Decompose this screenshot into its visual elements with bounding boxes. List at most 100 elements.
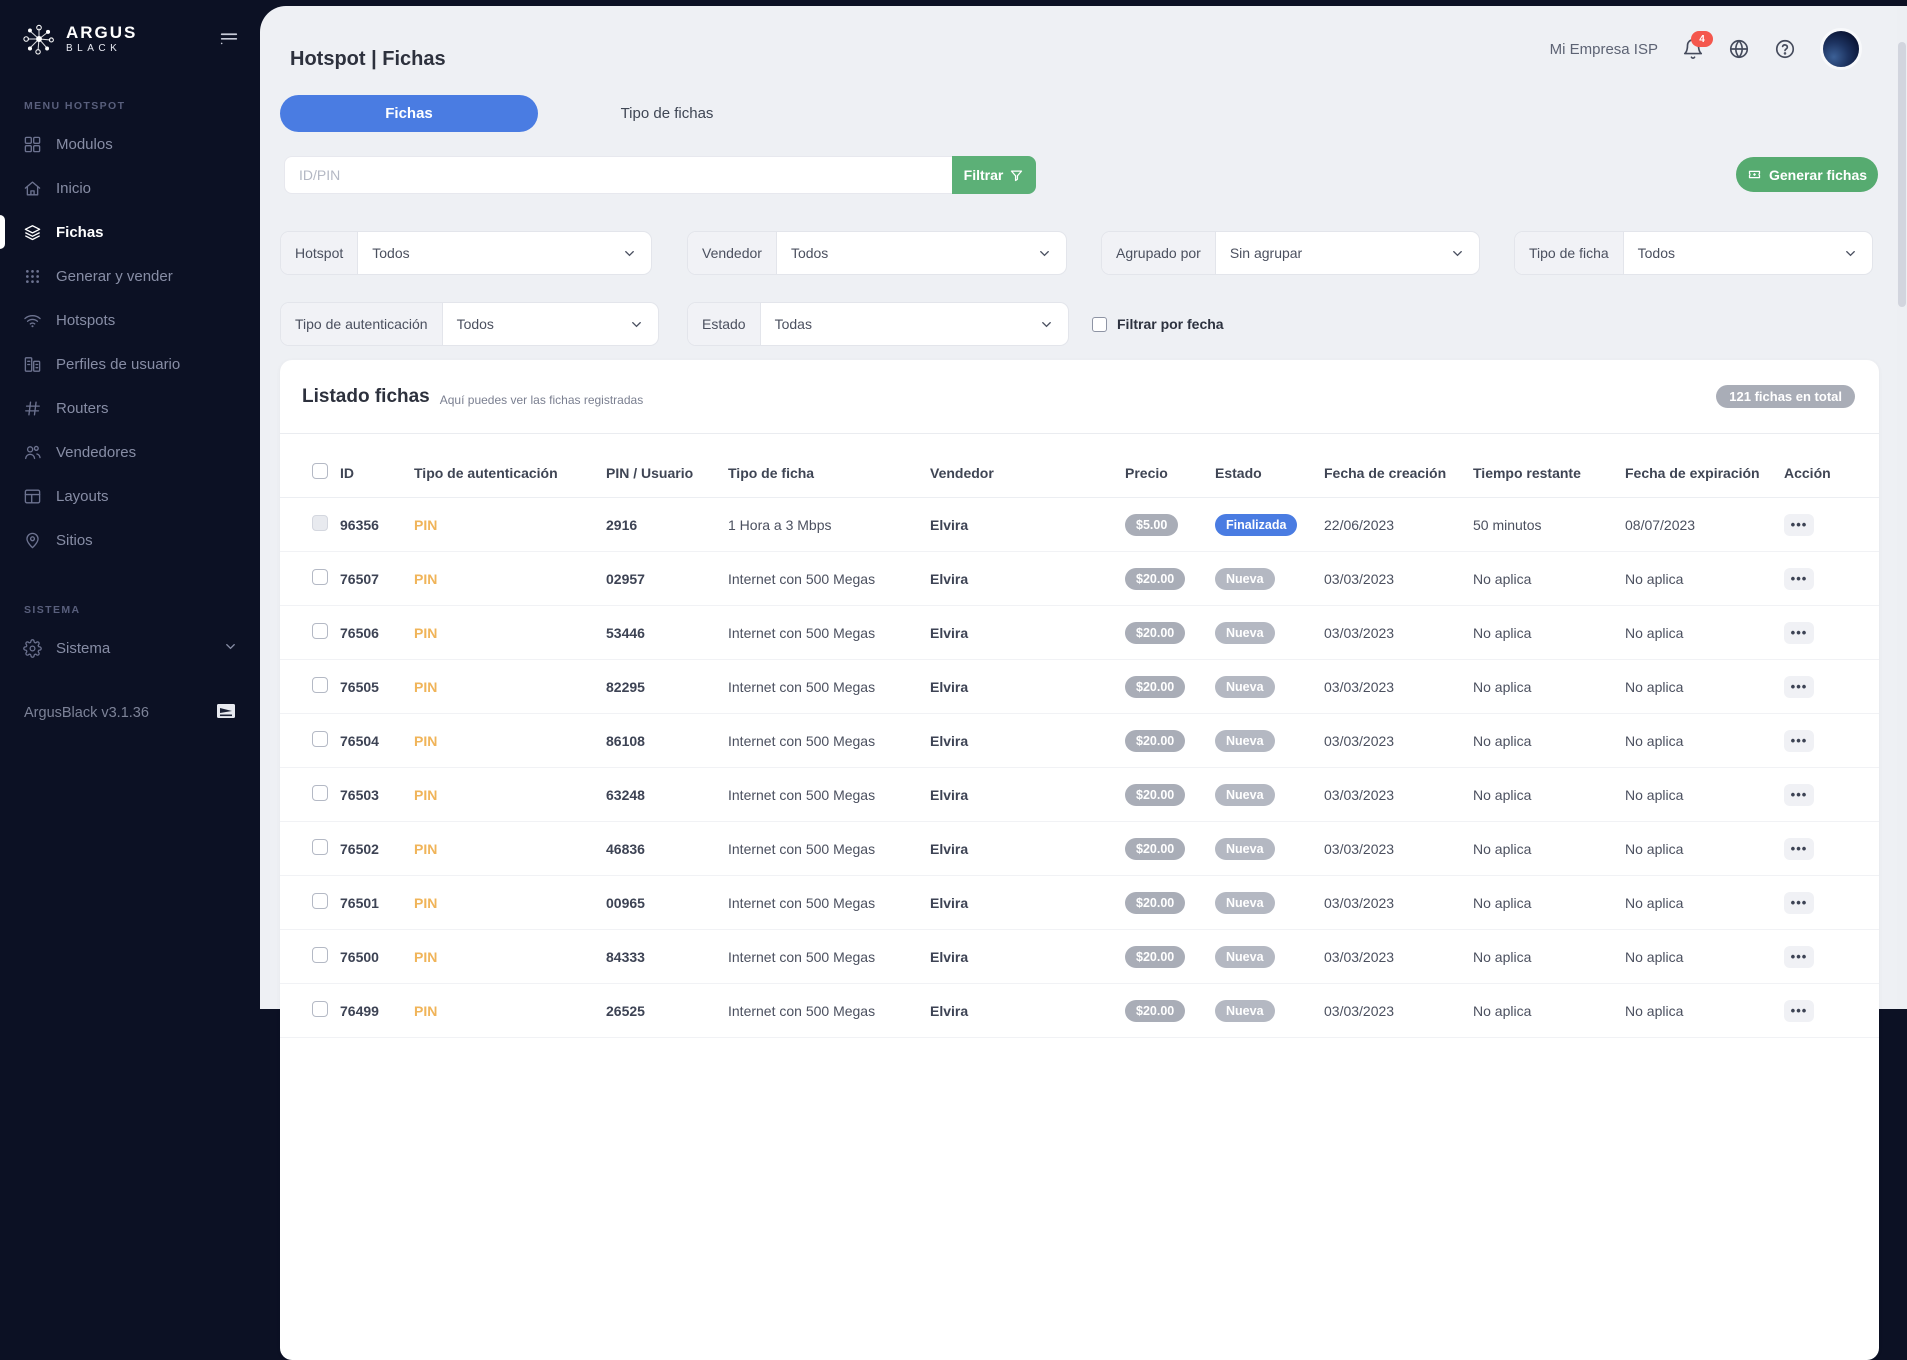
filter-vendedor[interactable]: VendedorTodos bbox=[687, 231, 1067, 275]
sidebar-item-generar-y-vender[interactable]: Generar y vender bbox=[0, 254, 260, 298]
sidebar-item-vendedores[interactable]: Vendedores bbox=[0, 430, 260, 474]
auth-type: PIN bbox=[414, 679, 606, 695]
row-actions-button[interactable]: ••• bbox=[1784, 622, 1814, 644]
tab-fichas[interactable]: Fichas bbox=[280, 95, 538, 132]
vendedor: Elvira bbox=[930, 841, 1125, 857]
tipo-de-ficha: Internet con 500 Megas bbox=[728, 1003, 930, 1019]
tiempo-restante: No aplica bbox=[1473, 733, 1625, 749]
column-header-estado: Estado bbox=[1215, 465, 1324, 481]
row-checkbox[interactable] bbox=[312, 1001, 328, 1017]
help-icon[interactable] bbox=[1774, 38, 1796, 60]
status-badge: Nueva bbox=[1215, 784, 1275, 806]
modules-icon bbox=[22, 134, 42, 154]
vendedor: Elvira bbox=[930, 895, 1125, 911]
fecha-expiracion: No aplica bbox=[1625, 733, 1784, 749]
sidebar-item-layouts[interactable]: Layouts bbox=[0, 474, 260, 518]
date-filter[interactable]: Filtrar por fecha bbox=[1092, 302, 1224, 346]
menu-toggle-icon[interactable] bbox=[218, 26, 240, 53]
sidebar-item-label: Vendedores bbox=[56, 444, 136, 461]
row-checkbox[interactable] bbox=[312, 893, 328, 909]
sidebar-item-label: Modulos bbox=[56, 136, 113, 153]
select-all-checkbox[interactable] bbox=[312, 463, 328, 479]
row-actions-button[interactable]: ••• bbox=[1784, 892, 1814, 914]
date-filter-checkbox[interactable] bbox=[1092, 317, 1107, 332]
scrollbar-thumb[interactable] bbox=[1898, 42, 1906, 307]
sidebar-item-perfiles-de-usuario[interactable]: Perfiles de usuario bbox=[0, 342, 260, 386]
row-checkbox[interactable] bbox=[312, 677, 328, 693]
sidebar-item-inicio[interactable]: Inicio bbox=[0, 166, 260, 210]
sidebar-item-routers[interactable]: Routers bbox=[0, 386, 260, 430]
system-section-label: SISTEMA bbox=[0, 604, 260, 616]
language-keyboard-icon[interactable] bbox=[216, 703, 236, 723]
vertical-scrollbar[interactable] bbox=[1897, 6, 1907, 1009]
auth-type: PIN bbox=[414, 841, 606, 857]
wifi-icon bbox=[22, 310, 42, 330]
table-row: 76501PIN00965Internet con 500 MegasElvir… bbox=[280, 876, 1879, 930]
column-header-pin-usuario: PIN / Usuario bbox=[606, 465, 728, 481]
argusblack-logo[interactable]: ARGUS BLACK bbox=[20, 20, 137, 58]
globe-icon[interactable] bbox=[1728, 38, 1750, 60]
row-actions-button[interactable]: ••• bbox=[1784, 1000, 1814, 1022]
filter-estado[interactable]: EstadoTodas bbox=[687, 302, 1069, 346]
sidebar-item-modulos[interactable]: Modulos bbox=[0, 122, 260, 166]
table-row: 76502PIN46836Internet con 500 MegasElvir… bbox=[280, 822, 1879, 876]
row-actions-button[interactable]: ••• bbox=[1784, 946, 1814, 968]
status-badge: Nueva bbox=[1215, 568, 1275, 590]
tab-tipo-de-fichas[interactable]: Tipo de fichas bbox=[538, 95, 796, 132]
filter-selected-value: Todos bbox=[443, 303, 629, 345]
sidebar-item-label: Routers bbox=[56, 400, 109, 417]
sidebar-item-sitios[interactable]: Sitios bbox=[0, 518, 260, 562]
filter-hotspot[interactable]: HotspotTodos bbox=[280, 231, 652, 275]
row-checkbox[interactable] bbox=[312, 515, 328, 531]
gear-icon bbox=[22, 638, 42, 658]
user-avatar[interactable] bbox=[1820, 28, 1862, 70]
row-actions-button[interactable]: ••• bbox=[1784, 676, 1814, 698]
pin-usuario: 26525 bbox=[606, 1003, 728, 1019]
fecha-expiracion: No aplica bbox=[1625, 949, 1784, 965]
filter-selected-value: Todas bbox=[761, 303, 1039, 345]
fecha-creacion: 03/03/2023 bbox=[1324, 895, 1473, 911]
row-checkbox[interactable] bbox=[312, 785, 328, 801]
status-badge: Nueva bbox=[1215, 946, 1275, 968]
sidebar-item-hotspots[interactable]: Hotspots bbox=[0, 298, 260, 342]
row-checkbox[interactable] bbox=[312, 839, 328, 855]
ficha-id: 76500 bbox=[340, 949, 414, 965]
row-checkbox[interactable] bbox=[312, 569, 328, 585]
filter-tipo-de-ficha[interactable]: Tipo de fichaTodos bbox=[1514, 231, 1873, 275]
hash-icon bbox=[22, 398, 42, 418]
filter-button-label: Filtrar bbox=[964, 167, 1004, 183]
row-actions-button[interactable]: ••• bbox=[1784, 838, 1814, 860]
search-input[interactable] bbox=[284, 156, 952, 194]
price-badge: $20.00 bbox=[1125, 946, 1185, 968]
row-actions-button[interactable]: ••• bbox=[1784, 568, 1814, 590]
chevron-down-icon bbox=[1039, 303, 1054, 345]
fecha-creacion: 03/03/2023 bbox=[1324, 1003, 1473, 1019]
filter-agrupado-por[interactable]: Agrupado porSin agrupar bbox=[1101, 231, 1480, 275]
auth-type: PIN bbox=[414, 787, 606, 803]
chevron-down-icon bbox=[1843, 232, 1858, 274]
filter-button[interactable]: Filtrar bbox=[952, 156, 1036, 194]
pin-usuario: 53446 bbox=[606, 625, 728, 641]
row-actions-button[interactable]: ••• bbox=[1784, 730, 1814, 752]
sidebar-item-fichas[interactable]: Fichas bbox=[0, 210, 260, 254]
generate-fichas-button[interactable]: Generar fichas bbox=[1736, 157, 1878, 192]
filter-tipo-de-autenticaci-n[interactable]: Tipo de autenticaciónTodos bbox=[280, 302, 659, 346]
sidebar-item-label: Sistema bbox=[56, 640, 110, 657]
row-actions-button[interactable]: ••• bbox=[1784, 784, 1814, 806]
row-checkbox[interactable] bbox=[312, 947, 328, 963]
row-checkbox[interactable] bbox=[312, 623, 328, 639]
status-badge: Nueva bbox=[1215, 1000, 1275, 1022]
brand-text: ARGUS BLACK bbox=[66, 24, 137, 54]
column-header-tiempo-restante: Tiempo restante bbox=[1473, 465, 1625, 481]
row-actions-button[interactable]: ••• bbox=[1784, 514, 1814, 536]
tiempo-restante: No aplica bbox=[1473, 571, 1625, 587]
sidebar-item-sistema[interactable]: Sistema bbox=[0, 626, 260, 670]
tipo-de-ficha: Internet con 500 Megas bbox=[728, 787, 930, 803]
app-version: ArgusBlack v3.1.36 bbox=[24, 705, 149, 721]
notifications-bell-icon[interactable]: 4 bbox=[1682, 38, 1704, 60]
row-checkbox[interactable] bbox=[312, 731, 328, 747]
layout-icon bbox=[22, 486, 42, 506]
status-badge: Finalizada bbox=[1215, 514, 1297, 536]
price-badge: $20.00 bbox=[1125, 622, 1185, 644]
vendedor: Elvira bbox=[930, 625, 1125, 641]
